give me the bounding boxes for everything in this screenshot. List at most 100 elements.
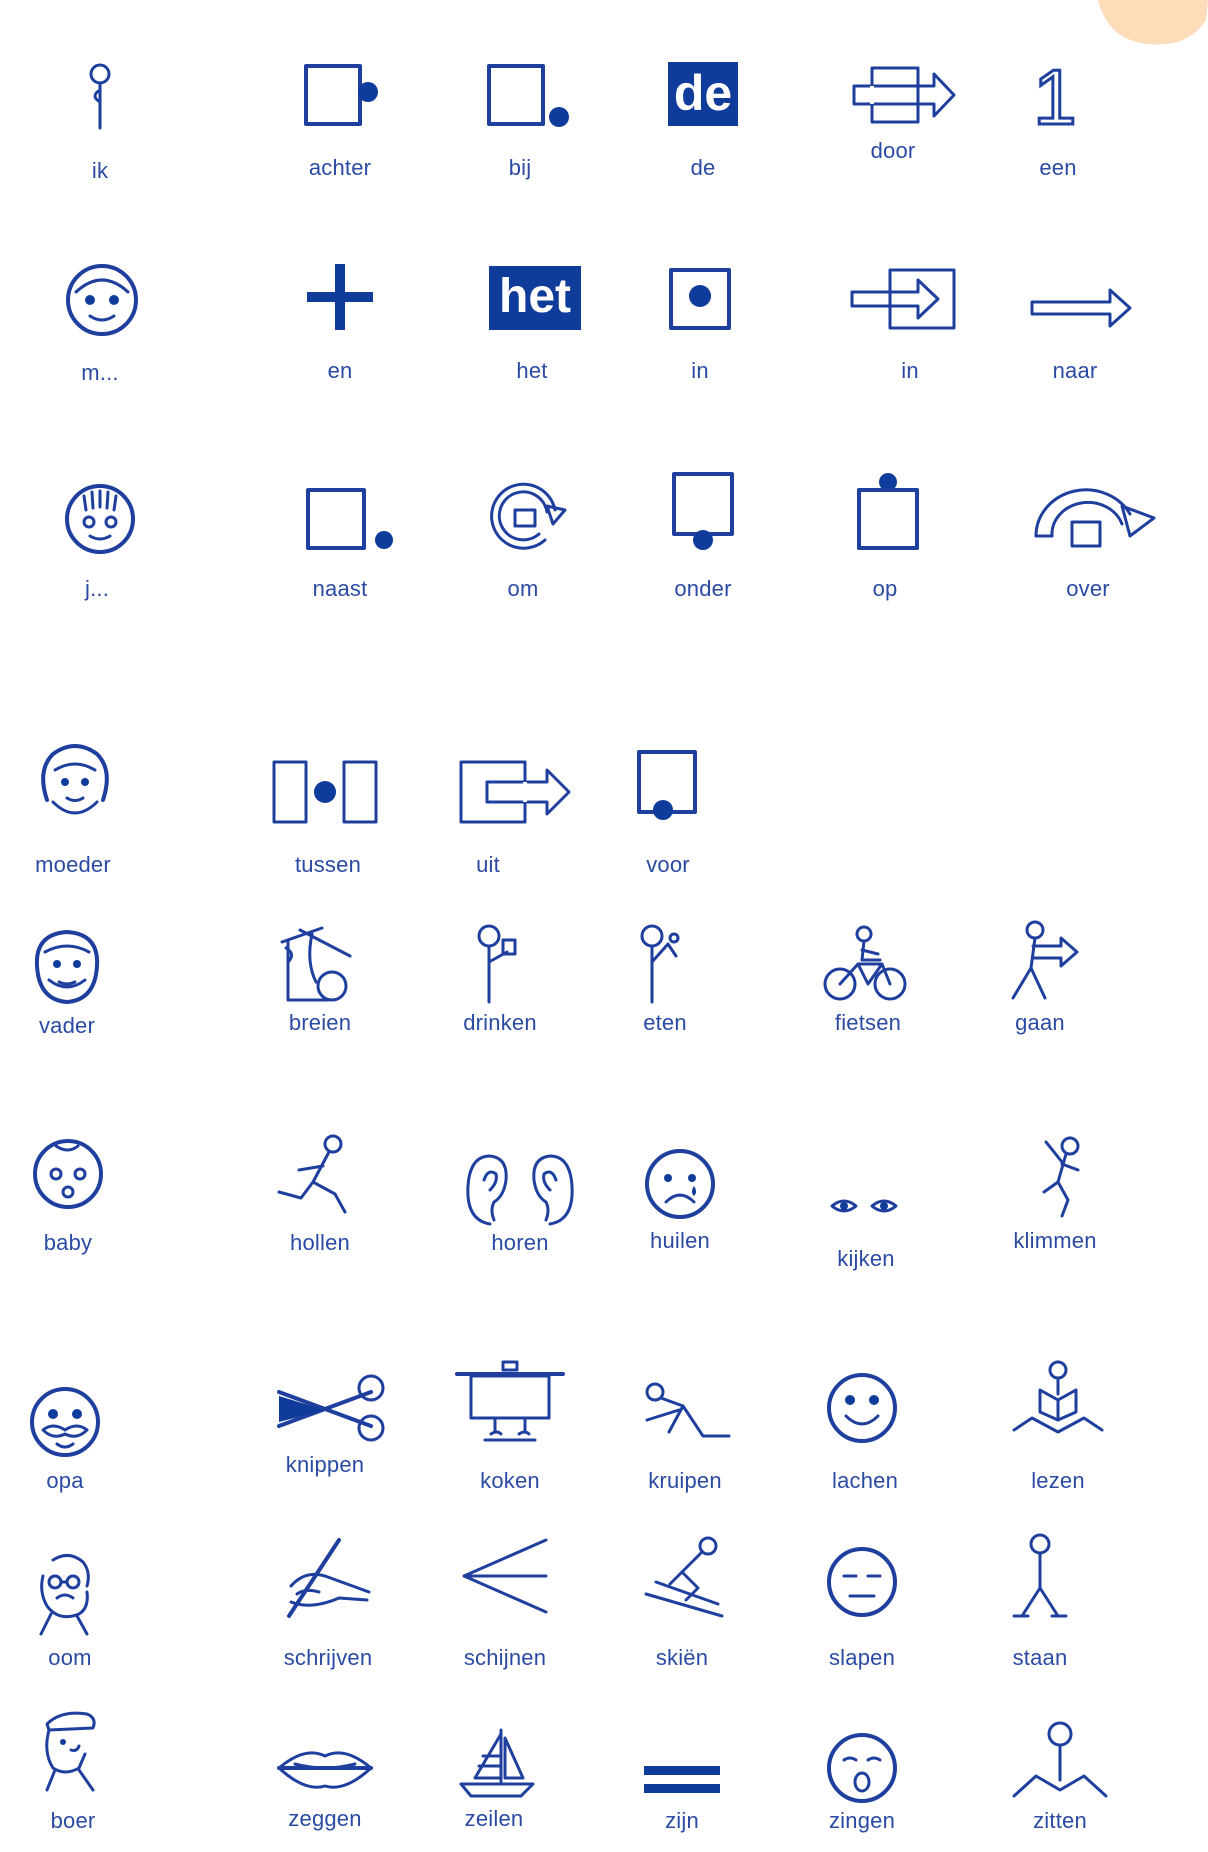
symbol-baby[interactable] xyxy=(30,1136,106,1212)
face-sleeping-icon xyxy=(827,1547,897,1617)
label-het: het xyxy=(516,358,548,383)
label-baby: baby xyxy=(43,1230,93,1255)
de-tile-icon: de xyxy=(668,62,738,126)
het-tile-icon: het xyxy=(489,266,581,330)
label-breien: breien xyxy=(288,1010,352,1035)
ears-icon xyxy=(466,1154,574,1226)
arrow-out-icon xyxy=(459,760,571,824)
lips-icon xyxy=(277,1751,373,1789)
symbol-over[interactable] xyxy=(1030,484,1160,550)
symbol-staan[interactable] xyxy=(1010,1532,1070,1622)
label-fietsen: fietsen xyxy=(834,1010,902,1035)
arrow-through-icon xyxy=(852,66,956,124)
number-one-icon: 1 xyxy=(1032,53,1078,141)
symbol-drinken[interactable] xyxy=(465,922,525,1006)
symbol-zeilen[interactable] xyxy=(457,1726,537,1800)
face-baby-icon xyxy=(33,1139,103,1209)
face-farmer-icon xyxy=(45,1711,96,1792)
symbol-en[interactable] xyxy=(305,262,375,332)
symbol-zijn[interactable] xyxy=(642,1764,722,1796)
label-zijn: zijn xyxy=(665,1808,699,1833)
symbol-de[interactable]: de xyxy=(668,62,738,126)
symbol-breien[interactable] xyxy=(276,922,360,1006)
symbol-boer[interactable] xyxy=(35,1706,105,1792)
label-gaan: gaan xyxy=(1015,1010,1065,1035)
symbol-ik[interactable] xyxy=(80,62,120,132)
walking-arrow-icon xyxy=(1011,920,1079,1000)
standing-person-icon xyxy=(1012,1533,1068,1618)
symbol-schijnen[interactable] xyxy=(460,1536,550,1616)
symbol-eten[interactable] xyxy=(632,922,692,1006)
arrow-into-icon xyxy=(850,268,956,330)
square-dot-beside-icon xyxy=(306,488,393,550)
sitting-person-icon xyxy=(1012,1721,1108,1798)
symbol-zitten[interactable] xyxy=(1010,1720,1110,1804)
person-icon xyxy=(89,63,111,130)
face-smiling-icon xyxy=(827,1373,897,1443)
symbol-skien[interactable] xyxy=(642,1534,728,1620)
label-de: de xyxy=(690,155,716,180)
symbol-kijken[interactable] xyxy=(828,1194,904,1220)
scissors-icon xyxy=(277,1374,385,1442)
square-dot-inside-icon xyxy=(669,268,731,330)
label-m: m... xyxy=(81,360,119,385)
symbol-lachen[interactable] xyxy=(824,1370,900,1446)
symbol-door[interactable] xyxy=(850,62,960,128)
symbol-horen[interactable] xyxy=(460,1150,580,1230)
symbol-schrijven[interactable] xyxy=(275,1536,375,1620)
symbol-naar[interactable] xyxy=(1030,286,1134,330)
symbol-klimmen[interactable] xyxy=(1028,1134,1088,1220)
symbol-het[interactable]: het xyxy=(489,266,581,330)
symbol-kruipen[interactable] xyxy=(643,1380,733,1450)
label-staan: staan xyxy=(1012,1645,1068,1670)
label-opa: opa xyxy=(46,1468,84,1493)
symbol-vader[interactable] xyxy=(27,924,107,1006)
symbol-op[interactable] xyxy=(853,470,923,552)
skiing-icon xyxy=(644,1536,724,1618)
label-in-arrow: in xyxy=(901,358,919,383)
climbing-icon xyxy=(1042,1136,1080,1218)
symbol-opa[interactable] xyxy=(27,1384,103,1460)
label-schrijven: schrijven xyxy=(283,1645,373,1670)
symbol-in-arrow[interactable] xyxy=(850,266,960,332)
symbol-gaan[interactable] xyxy=(1005,920,1085,1002)
symbol-huilen[interactable] xyxy=(642,1146,718,1222)
square-dot-on-icon xyxy=(857,473,919,550)
label-horen: horen xyxy=(491,1230,549,1255)
label-klimmen: klimmen xyxy=(1013,1228,1097,1253)
symbol-koken[interactable] xyxy=(455,1360,565,1446)
symbol-voor[interactable] xyxy=(633,748,703,828)
symbol-uit[interactable] xyxy=(457,758,573,826)
symbol-lezen[interactable] xyxy=(1010,1360,1106,1446)
symbol-bij[interactable] xyxy=(483,62,573,130)
label-zeilen: zeilen xyxy=(464,1806,524,1831)
symbol-tussen[interactable] xyxy=(270,758,380,826)
symbol-hollen[interactable] xyxy=(275,1134,365,1216)
symbol-m[interactable] xyxy=(62,262,142,338)
symbol-om[interactable] xyxy=(485,480,575,560)
label-naar: naar xyxy=(1052,358,1098,383)
crawling-icon xyxy=(645,1382,731,1438)
symbol-naast[interactable] xyxy=(304,486,396,554)
symbol-zeggen[interactable] xyxy=(275,1744,375,1794)
symbol-fietsen[interactable] xyxy=(822,924,908,1004)
label-lezen: lezen xyxy=(1031,1468,1085,1493)
cooking-pot-icon xyxy=(455,1360,565,1442)
symbol-zingen[interactable] xyxy=(824,1730,900,1806)
symbol-slapen[interactable] xyxy=(824,1544,900,1620)
label-uit: uit xyxy=(476,852,500,877)
symbol-oom[interactable] xyxy=(33,1552,103,1636)
symbol-in-dot[interactable] xyxy=(667,266,733,332)
symbol-moeder[interactable] xyxy=(33,740,117,824)
label-in-dot: in xyxy=(691,358,709,383)
label-bij: bij xyxy=(508,155,532,180)
label-vader: vader xyxy=(38,1013,96,1038)
symbol-knippen[interactable] xyxy=(275,1372,385,1442)
symbol-een[interactable]: 1 xyxy=(1032,53,1078,141)
symbol-achter[interactable] xyxy=(300,62,390,130)
symbol-j[interactable] xyxy=(62,482,138,556)
face-uncle-icon xyxy=(39,1554,90,1636)
arc-over-icon xyxy=(1034,488,1156,548)
symbol-onder[interactable] xyxy=(668,470,738,552)
label-moeder: moeder xyxy=(35,852,111,877)
